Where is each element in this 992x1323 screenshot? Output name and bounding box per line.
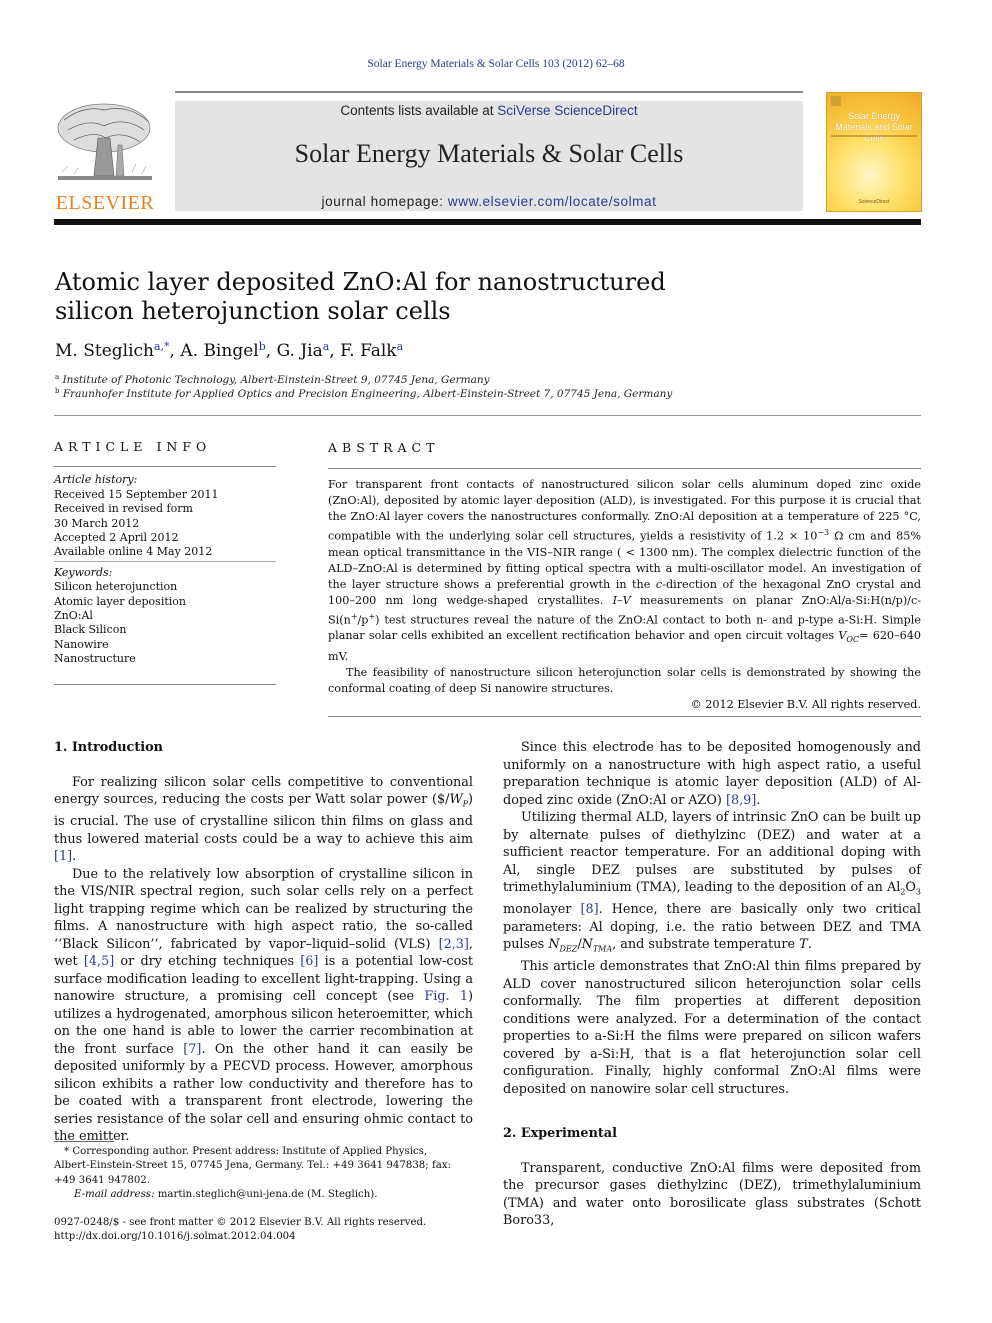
body-paragraph: For realizing silicon solar cells compet… [54,774,473,865]
citation-link[interactable]: [1] [54,849,72,864]
body-left-column: 1. Introduction For realizing silicon so… [54,739,473,1146]
affiliation: a Institute of Photonic Technology, Albe… [55,373,490,386]
affiliation-text: Fraunhofer Institute for Applied Optics … [62,388,673,400]
journal-banner: Contents lists available at SciVerse Sci… [175,101,803,211]
homepage-prefix: journal homepage: [321,194,448,209]
running-head-link[interactable]: Solar Energy Materials & Solar Cells 103… [367,58,624,70]
citation-link[interactable]: [2,3] [439,937,469,952]
abstract: ABSTRACT For transparent front contacts … [328,440,921,717]
keyword: Nanowire [54,637,109,651]
citation-link[interactable]: [8,9] [726,793,756,808]
journal-cover[interactable]: Solar Energy Materials and Solar Cells S… [826,92,922,212]
contents-prefix: Contents lists available at [340,103,498,118]
author-name: F. Falk [340,341,397,361]
affiliation-mark: a [55,373,60,381]
author-name: G. Jia [276,341,323,361]
history-item: Available online 4 May 2012 [54,545,213,559]
cover-logo-icon [831,96,841,106]
author-name: A. Bingel [180,341,259,361]
cover-title: Solar Energy Materials and Solar Cells [835,111,913,143]
body-paragraph: Utilizing thermal ALD, layers of intrins… [503,810,922,954]
author[interactable]: G. Jiaa [276,340,330,361]
divider [328,468,921,469]
email-link[interactable]: martin.steglich@uni-jena.de [158,1189,304,1200]
elsevier-wordmark: ELSEVIER [55,192,155,214]
journal-homepage-link[interactable]: www.elsevier.com/locate/solmat [448,194,657,209]
history-label: Article history: [54,473,138,487]
title-line-2: silicon heterojunction solar cells [55,297,451,325]
history-item: Received in revised form [54,502,193,516]
citation-link[interactable]: [6] [300,954,318,969]
email-line: E-mail address: martin.steglich@uni-jena… [74,1188,378,1200]
figure-link[interactable]: Fig. 1 [424,989,468,1004]
citation-link[interactable]: [4,5] [84,954,114,969]
section-heading: 1. Introduction [54,740,163,755]
body-right-column: Since this electrode has to be deposited… [503,739,921,1230]
author-separator: , [169,341,181,361]
author-name: M. Steglich [55,341,154,361]
contents-line: Contents lists available at SciVerse Sci… [175,103,803,118]
cover-footer: ScienceDirect [858,199,890,205]
abstract-paragraph: The feasibility of nanostructure silicon… [328,665,921,695]
keyword: ZnO:Al [54,609,93,623]
issn-line: 0927-0248/$ - see front matter © 2012 El… [54,1217,427,1229]
body-paragraph: This article demonstrates that ZnO:Al th… [503,959,921,1097]
section-divider [54,415,921,416]
top-rule [175,91,803,93]
section-heading: 2. Experimental [503,1126,617,1142]
elsevier-logo[interactable]: ELSEVIER [54,100,156,214]
affiliation-link[interactable]: b [259,340,266,353]
affiliation-text: Institute of Photonic Technology, Albert… [62,374,490,386]
author[interactable]: M. Steglicha,* [55,340,170,361]
title-line-1: Atomic layer deposited ZnO:Al for nanost… [55,268,666,296]
history-item: 30 March 2012 [54,516,140,530]
running-head[interactable]: Solar Energy Materials & Solar Cells 103… [0,58,992,70]
footnotes: * Corresponding author. Present address:… [54,1145,454,1245]
affiliation-link[interactable]: a, [154,340,164,353]
journal-title: Solar Energy Materials & Solar Cells [294,139,684,168]
divider [328,715,921,717]
article-info-heading: ARTICLE INFO [54,439,212,454]
body-paragraph: Due to the relatively low absorption of … [54,866,474,1145]
keywords-label: Keywords: [54,565,113,579]
author[interactable]: A. Bingelb [180,340,266,361]
keyword: Atomic layer deposition [54,594,186,608]
affiliation-link[interactable]: a [397,340,404,353]
body-paragraph: Since this electrode has to be deposited… [503,740,921,808]
abstract-heading: ABSTRACT [328,440,440,455]
header-thick-rule [54,219,921,225]
article-title: Atomic layer deposited ZnO:Al for nanost… [55,268,755,326]
author-separator: , [329,341,341,361]
keyword: Nanostructure [54,652,136,666]
keyword: Silicon heterojunction [54,580,178,594]
history-item: Received 15 September 2011 [54,487,219,501]
keyword: Black Silicon [54,623,127,637]
citation-link[interactable]: [8] [580,902,598,917]
tree-icon [57,103,152,180]
history-item: Accepted 2 April 2012 [54,531,179,545]
affiliation: b Fraunhofer Institute for Applied Optic… [55,387,672,400]
sciencedirect-link[interactable]: SciVerse ScienceDirect [497,103,637,118]
doi-link[interactable]: http://dx.doi.org/10.1016/j.solmat.2012.… [54,1231,296,1242]
copyright: © 2012 Elsevier B.V. All rights reserved… [690,697,921,711]
corresponding-author-note: * Corresponding author. Present address:… [54,1146,451,1186]
divider [54,560,276,562]
homepage-line: journal homepage: www.elsevier.com/locat… [175,194,803,209]
divider [54,466,276,468]
citation-link[interactable]: [7] [183,1042,201,1057]
author-list: M. Steglicha,*, A. Bingelb, G. Jiaa, F. … [55,340,403,361]
cover-subtitle-bar [831,135,917,137]
author-separator: , [265,341,277,361]
body-paragraph: Transparent, conductive ZnO:Al films wer… [503,1160,921,1229]
author[interactable]: F. Falka [340,340,404,361]
divider [54,683,276,685]
footnote-rule [54,1141,114,1142]
affiliation-mark: b [55,387,60,395]
article-info: ARTICLE INFO Article history: Received 1… [54,439,276,685]
abstract-paragraph: For transparent front contacts of nanost… [328,478,921,663]
